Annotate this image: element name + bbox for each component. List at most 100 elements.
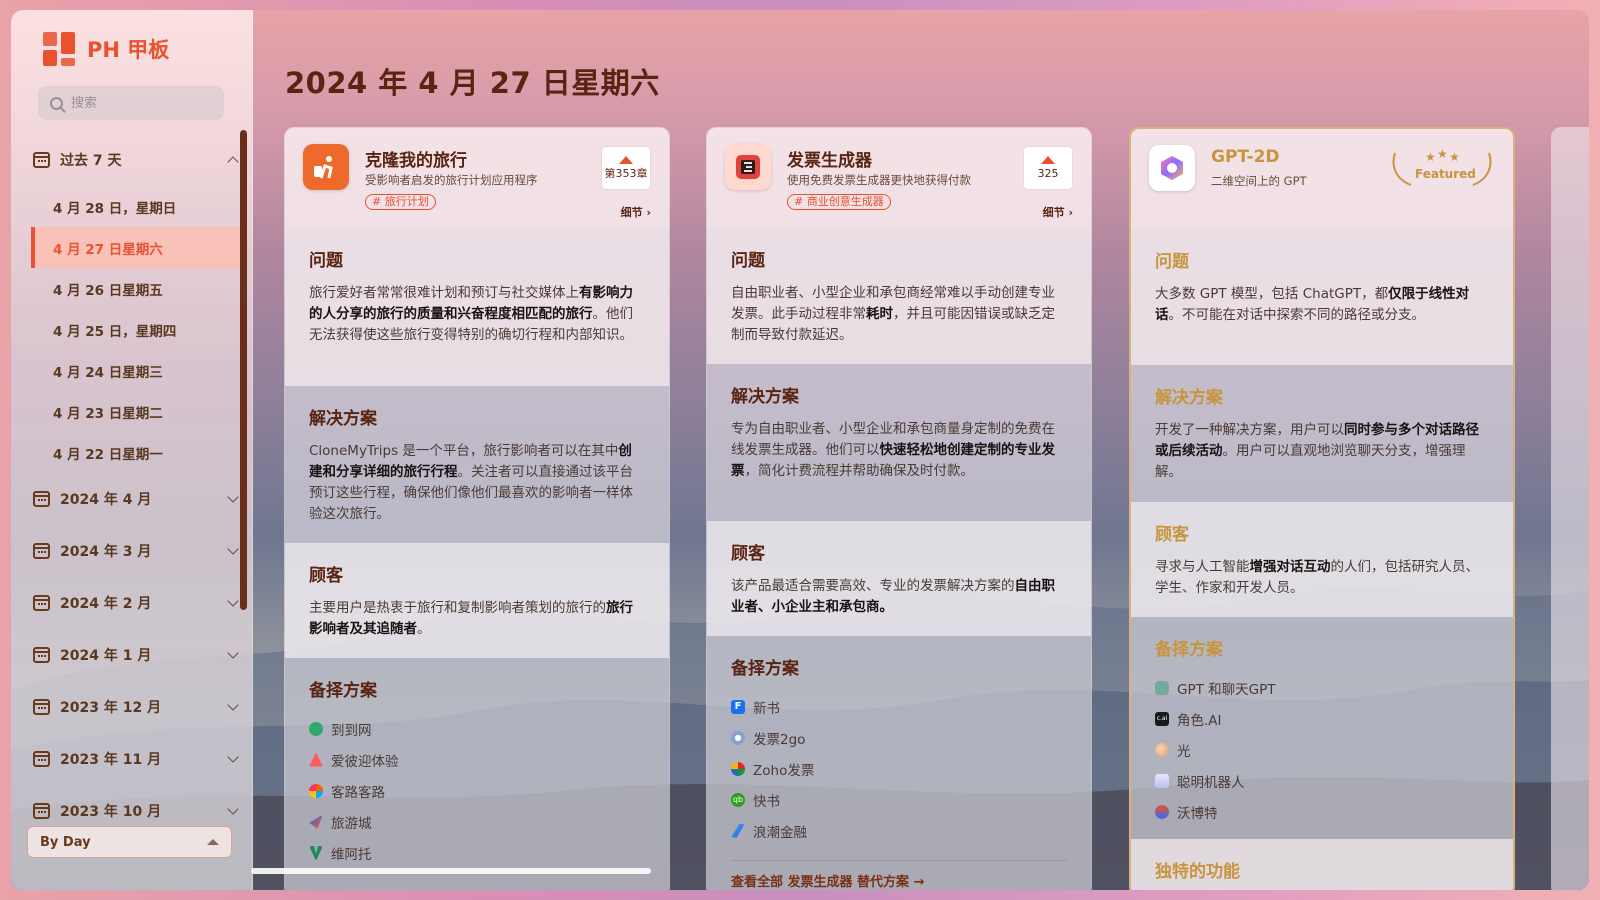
- chevron-down-icon: [227, 803, 239, 815]
- topic-tag[interactable]: # 旅行计划: [365, 194, 436, 210]
- nav-day-item[interactable]: 4 月 28 日，星期日: [31, 186, 243, 227]
- nav-day-item-active[interactable]: 4 月 27 日星期六: [31, 227, 243, 268]
- card-header[interactable]: GPT-2D 二维空间上的 GPT ★ ★ ★ Featured: [1131, 129, 1513, 229]
- horizontal-scrollbar[interactable]: [251, 868, 651, 874]
- sidebar-scrollbar[interactable]: [240, 130, 247, 610]
- problem-text: 大多数 GPT 模型，包括 ChatGPT，都仅限于线性对话。不可能在对话中探索…: [1155, 286, 1470, 323]
- section-heading: 解决方案: [309, 409, 377, 429]
- character-ai-icon: c.ai: [1155, 711, 1169, 726]
- product-title[interactable]: 发票生成器: [787, 146, 872, 171]
- nav-group-label: 2024 年 3 月: [60, 544, 152, 560]
- next-card-peek: [1551, 127, 1589, 890]
- app-name: PH 甲板: [87, 38, 170, 62]
- clonemytrips-logo-icon: [303, 144, 349, 190]
- card-header[interactable]: 发票生成器 使用免费发票生成器更快地获得付款 # 商业创意生成器 325 细节 …: [707, 128, 1091, 228]
- nav-group-month[interactable]: 2024 年 2 月: [31, 577, 243, 629]
- nav-group-month[interactable]: 2024 年 1 月: [31, 629, 243, 681]
- upvote-arrow-icon: [619, 156, 633, 164]
- product-tagline: 二维空间上的 GPT: [1211, 174, 1307, 188]
- solution-section: 解决方案 开发了一种解决方案，用户可以同时参与多个对话路径或后续活动。用户可以直…: [1131, 365, 1513, 502]
- calendar-icon: [33, 699, 50, 715]
- calendar-icon: [33, 595, 50, 611]
- chevron-down-icon: [227, 647, 239, 659]
- alternative-item[interactable]: c.ai 角色.AI: [1155, 703, 1489, 734]
- product-title[interactable]: 克隆我的旅行: [365, 146, 467, 171]
- solution-section: 解决方案 CloneMyTrips 是一个平台，旅行影响者可以在其中创建和分享详…: [285, 386, 669, 543]
- customer-text: 寻求与人工智能增强对话互动的人们，包括研究人员、学生、作家和开发人员。: [1155, 559, 1479, 596]
- product-card-featured: GPT-2D 二维空间上的 GPT ★ ★ ★ Featured 问题 大多数 …: [1129, 127, 1515, 890]
- calendar-icon: [33, 491, 50, 507]
- nav-day-item[interactable]: 4 月 25 日，星期四: [31, 309, 243, 350]
- details-link[interactable]: 细节 ›: [621, 204, 651, 220]
- nav-group-month[interactable]: 2024 年 3 月: [31, 525, 243, 577]
- nav-group-label: 2024 年 2 月: [60, 596, 152, 612]
- alternative-item[interactable]: 爱彼迎体验: [309, 744, 645, 775]
- card-header[interactable]: 克隆我的旅行 受影响者启发的旅行计划应用程序 # 旅行计划 第353章 细节 ›: [285, 128, 669, 228]
- app-window: PH 甲板 过去 7 天 4 月 28 日，星期日 4 月 27 日星期六 4 …: [11, 10, 1589, 890]
- featured-badge: ★ ★ ★ Featured: [1387, 145, 1497, 189]
- nav-group-month[interactable]: 2023 年 11 月: [31, 733, 243, 785]
- freshbooks-icon: F: [731, 699, 745, 714]
- search-input[interactable]: [71, 95, 211, 111]
- unique-features-section: 独特的功能: [1131, 839, 1513, 890]
- section-heading: 解决方案: [731, 387, 799, 407]
- section-heading: 问题: [1155, 252, 1189, 272]
- topic-tag[interactable]: # 商业创意生成器: [787, 194, 891, 210]
- nav-day-item[interactable]: 4 月 24 日星期三: [31, 350, 243, 391]
- upvote-button[interactable]: 325: [1023, 146, 1073, 190]
- alternative-item[interactable]: 光: [1155, 734, 1489, 765]
- alternative-item[interactable]: 聪明机器人: [1155, 765, 1489, 796]
- section-heading: 顾客: [309, 566, 343, 586]
- alternative-item[interactable]: 发票2go: [731, 722, 1067, 753]
- nav-group-past-7-days[interactable]: 过去 7 天: [31, 134, 243, 186]
- nav-group-month[interactable]: 2023 年 12 月: [31, 681, 243, 733]
- details-link[interactable]: 细节 ›: [1043, 204, 1073, 220]
- search-box[interactable]: [38, 86, 224, 120]
- alternative-item[interactable]: GPT 和聊天GPT: [1155, 672, 1489, 703]
- openai-icon: [1155, 680, 1169, 695]
- calendar-icon: [33, 647, 50, 663]
- nav-group-label: 2024 年 4 月: [60, 492, 152, 508]
- upvote-button[interactable]: 第353章: [601, 146, 651, 190]
- product-title[interactable]: GPT-2D: [1211, 147, 1280, 167]
- customer-text: 主要用户是热衷于旅行和复制影响者策划的旅行的旅行影响者及其追随者。: [309, 600, 633, 637]
- alternative-item[interactable]: 旅游城: [309, 806, 645, 837]
- cleverbot-icon: [1155, 773, 1169, 788]
- date-nav: 过去 7 天 4 月 28 日，星期日 4 月 27 日星期六 4 月 26 日…: [31, 134, 243, 834]
- calendar-icon: [33, 751, 50, 767]
- alternative-item[interactable]: Zoho发票: [731, 753, 1067, 784]
- solution-text: 专为自由职业者、小型企业和承包商量身定制的免费在线发票生成器。他们可以快速轻松地…: [731, 421, 1055, 479]
- section-heading: 问题: [309, 251, 343, 271]
- nav-day-item[interactable]: 4 月 23 日星期二: [31, 391, 243, 432]
- airbnb-icon: [309, 752, 323, 767]
- nav-day-item[interactable]: 4 月 22 日星期一: [31, 432, 243, 473]
- product-card: 发票生成器 使用免费发票生成器更快地获得付款 # 商业创意生成器 325 细节 …: [706, 127, 1092, 890]
- problem-section: 问题 自由职业者、小型企业和承包商经常难以手动创建专业发票。此手动过程非常耗时，…: [707, 228, 1091, 364]
- nav-day-item[interactable]: 4 月 26 日星期五: [31, 268, 243, 309]
- ph-logo-icon: [43, 32, 77, 66]
- nav-group-label: 2024 年 1 月: [60, 648, 152, 664]
- brand[interactable]: PH 甲板: [43, 32, 169, 66]
- calendar-icon: [33, 152, 50, 168]
- nav-group-month[interactable]: 2024 年 4 月: [31, 473, 243, 525]
- section-heading: 顾客: [1155, 525, 1189, 545]
- viator-icon: [309, 845, 323, 860]
- svg-text:★: ★: [1425, 150, 1436, 164]
- solution-text: CloneMyTrips 是一个平台，旅行影响者可以在其中创建和分享详细的旅行行…: [309, 443, 633, 522]
- alternative-item[interactable]: 客路客路: [309, 775, 645, 806]
- wave-icon: [731, 823, 745, 838]
- alternative-item[interactable]: 维阿托: [309, 837, 645, 868]
- problem-section: 问题 大多数 GPT 模型，包括 ChatGPT，都仅限于线性对话。不可能在对话…: [1131, 229, 1513, 365]
- problem-text: 自由职业者、小型企业和承包商经常难以手动创建专业发票。此手动过程非常耗时，并且可…: [731, 285, 1055, 343]
- search-icon: [50, 96, 63, 110]
- customer-section: 顾客 寻求与人工智能增强对话互动的人们，包括研究人员、学生、作家和开发人员。: [1131, 502, 1513, 617]
- alternative-item[interactable]: 浪潮金融: [731, 815, 1067, 846]
- view-mode-select[interactable]: By Day: [27, 826, 232, 858]
- alternative-item[interactable]: 沃博特: [1155, 796, 1489, 827]
- alternative-item[interactable]: 到到网: [309, 713, 645, 744]
- alternative-item[interactable]: F 新书: [731, 691, 1067, 722]
- alternative-item[interactable]: qb 快书: [731, 784, 1067, 815]
- customer-text: 该产品最适合需要高效、专业的发票解决方案的自由职业者、小企业主和承包商。: [731, 578, 1055, 615]
- vote-count: 第353章: [604, 167, 648, 180]
- view-all-alternatives-link[interactable]: 查看全部 发票生成器 替代方案 →: [731, 860, 1067, 890]
